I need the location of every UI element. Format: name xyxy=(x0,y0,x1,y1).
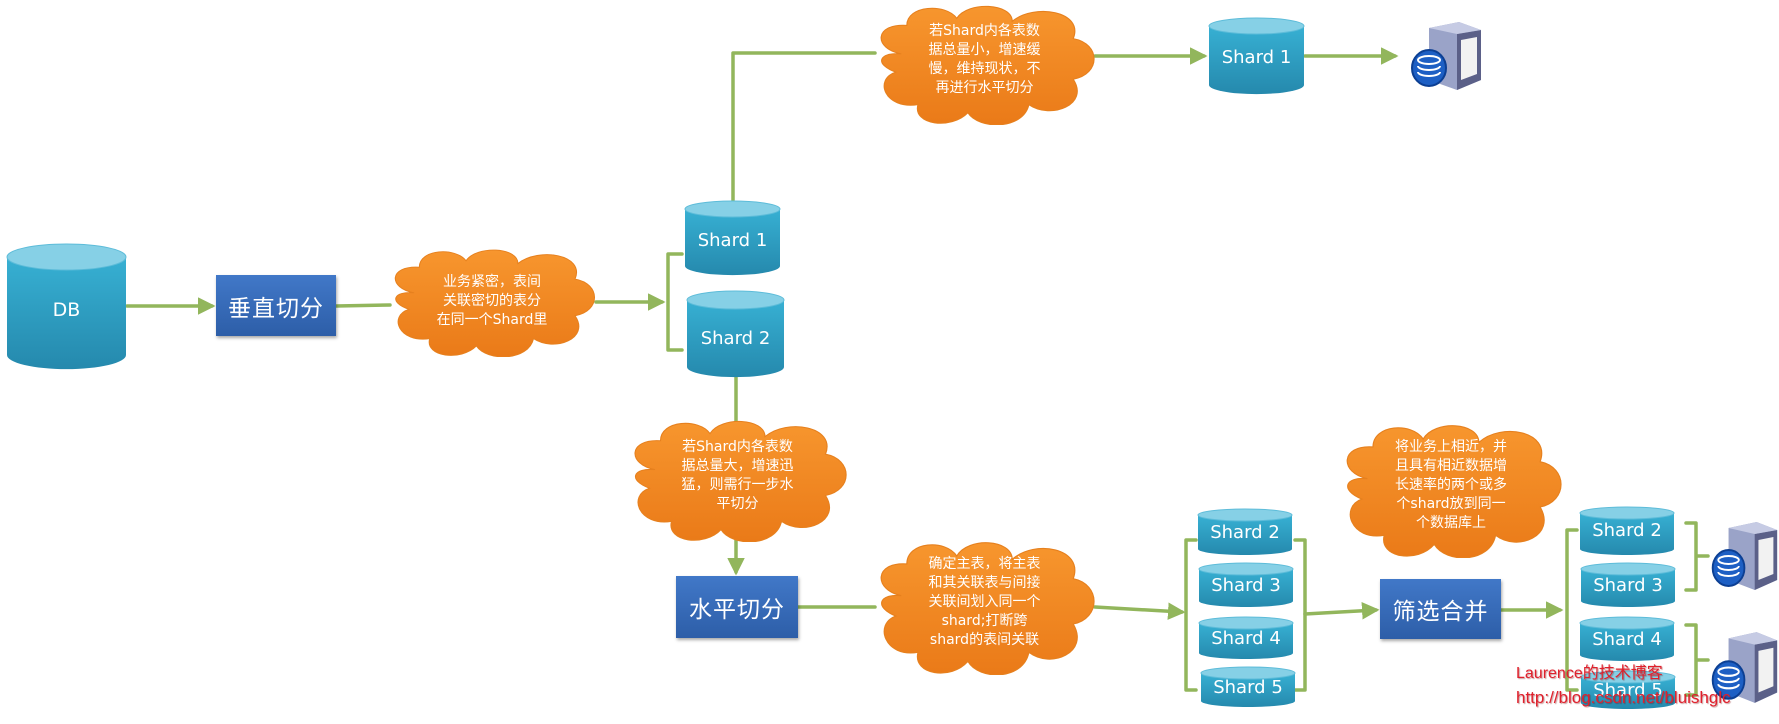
cloud-horizontal-note: 确定主表，将主表 和其关联表与间接 关联间划入同一个 shard;打断跨 sha… xyxy=(868,539,1101,676)
bracket-vertical-shards xyxy=(666,252,684,352)
horizontal-shard-4: Shard 4 xyxy=(1198,616,1294,660)
vertical-split-box: 垂直切分 xyxy=(216,275,336,336)
merged-shard-2: Shard 2 xyxy=(1579,506,1675,556)
cloud-vertical-note: 业务紧密，表间 关联密切的表分 在同一个Shard里 xyxy=(383,247,601,358)
cloud-small-text: 若Shard内各表数 据总量小，增速缓 慢，维持现状，不 再进行水平切分 xyxy=(928,23,1041,96)
horizontal-shard-2-label: Shard 2 xyxy=(1210,522,1280,543)
cloud-merge-note: 将业务上相近，并 且具有相近数据增 长速率的两个或多 个shard放到同一 个数… xyxy=(1334,422,1568,559)
horizontal-shard-5: Shard 5 xyxy=(1200,666,1296,708)
watermark-url: http://blog.csdn.net/bluishglc xyxy=(1516,688,1731,707)
vertical-shard-2-label: Shard 2 xyxy=(700,328,771,349)
cloud-horizontal-text: 确定主表，将主表 和其关联表与间接 关联间划入同一个 shard;打断跨 sha… xyxy=(928,556,1041,648)
vertical-shard-1-label: Shard 1 xyxy=(697,230,768,251)
database-server-icon xyxy=(1708,520,1779,592)
database-server-icon xyxy=(1407,20,1483,92)
cloud-large-text: 若Shard内各表数 据总量大，增速迅 猛，则需行一步水 平切分 xyxy=(681,439,794,512)
merge-box: 筛选合并 xyxy=(1380,579,1501,639)
merged-shard-4-label: Shard 4 xyxy=(1592,629,1662,650)
bracket-horizontal-shards-left xyxy=(1184,538,1198,692)
bracket-server-2 xyxy=(1684,623,1710,697)
merged-shard-3: Shard 3 xyxy=(1580,562,1676,608)
horizontal-shard-4-label: Shard 4 xyxy=(1211,628,1281,649)
bracket-horizontal-shards-right xyxy=(1293,538,1307,692)
horizontal-shard-5-label: Shard 5 xyxy=(1213,677,1283,698)
merged-shard-2-label: Shard 2 xyxy=(1592,520,1662,541)
horizontal-split-box: 水平切分 xyxy=(676,576,798,638)
kept-shard-1: Shard 1 xyxy=(1208,17,1305,95)
vertical-shard-2: Shard 2 xyxy=(686,290,785,378)
db-label: DB xyxy=(52,299,81,321)
cloud-vertical-text: 业务紧密，表间 关联密切的表分 在同一个Shard里 xyxy=(436,274,548,328)
horizontal-shard-2: Shard 2 xyxy=(1197,508,1293,556)
cloud-merge-text: 将业务上相近，并 且具有相近数据增 长速率的两个或多 个shard放到同一 个数… xyxy=(1395,439,1507,531)
bracket-server-1 xyxy=(1684,521,1710,592)
merged-shard-4: Shard 4 xyxy=(1579,616,1675,662)
db-cylinder: DB xyxy=(6,243,127,371)
vertical-shard-1: Shard 1 xyxy=(684,200,781,276)
watermark-title: Laurence的技术博客 xyxy=(1516,665,1663,682)
kept-shard-1-label: Shard 1 xyxy=(1221,47,1292,68)
horizontal-shard-3: Shard 3 xyxy=(1198,562,1294,608)
cloud-small-data-note: 若Shard内各表数 据总量小，增速缓 慢，维持现状，不 再进行水平切分 xyxy=(868,3,1101,126)
merged-shard-3-label: Shard 3 xyxy=(1593,575,1663,596)
cloud-large-data-note: 若Shard内各表数 据总量大，增速迅 猛，则需行一步水 平切分 xyxy=(622,418,853,543)
horizontal-shard-3-label: Shard 3 xyxy=(1211,575,1281,596)
